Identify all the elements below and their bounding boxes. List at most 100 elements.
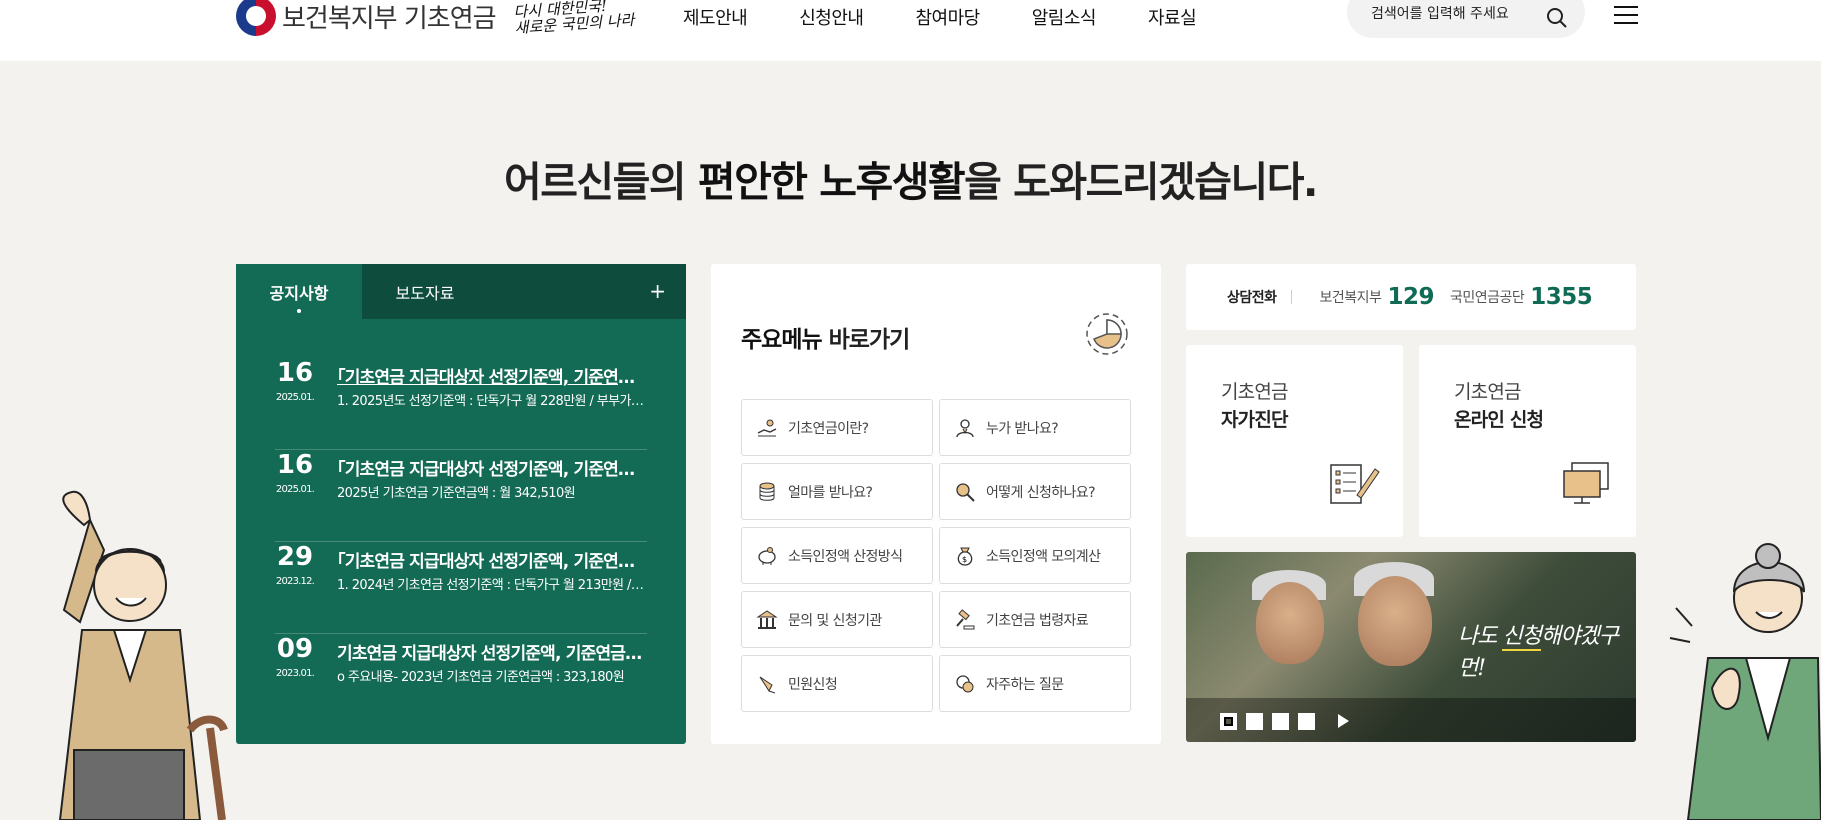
notice-title[interactable]: ｢기초연금 지급대상자 선정기준액, 기준연금액 고시｣ (337, 455, 645, 480)
institution-icon (756, 609, 778, 629)
notice-desc: 1. 2025년도 선정기준액 : 단독가구 월 228만원 / 부부가구 월 … (337, 394, 645, 409)
more-button[interactable]: + (649, 279, 666, 303)
play-icon[interactable] (1338, 714, 1349, 728)
search-input[interactable] (1371, 6, 1541, 22)
quick-menu-panel: 주요메뉴 바로가기 기초연금이란? 누가 받나요? 얼마를 받나요? 어떻게 신… (711, 264, 1161, 744)
quick-menu-faq[interactable]: 자주하는 질문 (939, 655, 1131, 712)
tab-press-releases[interactable]: 보도자료 (362, 264, 488, 319)
quick-menu-what-is[interactable]: 기초연금이란? (741, 399, 933, 456)
tab-notices[interactable]: 공지사항 (236, 264, 362, 319)
checklist-icon (1330, 464, 1380, 504)
notice-month: 2025.01. (275, 392, 315, 403)
promo-banner[interactable]: 나도 신청해야겠구먼! (1186, 552, 1636, 742)
contact-bar: 상담전화 보건복지부 129 국민연금공단 1355 (1186, 264, 1636, 330)
nav-item-participation[interactable]: 참여마당 (916, 4, 981, 30)
slide-dot-3[interactable] (1272, 713, 1289, 730)
quick-menu-how-to-apply[interactable]: 어떻게 신청하나요? (939, 463, 1131, 520)
svg-text:$: $ (962, 555, 967, 564)
notice-month: 2023.12. (275, 576, 315, 587)
piggy-bank-icon (758, 546, 776, 565)
notice-day: 29 (276, 542, 314, 572)
slide-dot-4[interactable] (1298, 713, 1315, 730)
contact-number-129[interactable]: 129 (1387, 284, 1434, 310)
contact-org-nps: 국민연금공단 (1449, 290, 1525, 306)
quick-menu-grid: 기초연금이란? 누가 받나요? 얼마를 받나요? 어떻게 신청하나요? 소득인정… (741, 399, 1131, 712)
contact-org-mohw: 보건복지부 (1319, 290, 1382, 306)
notice-item[interactable]: 16 2025.01. ｢기초연금 지급대상자 선정기준액, 기준연금액 고시｣… (275, 450, 647, 542)
quick-menu-label: 소득인정액 산정방식 (788, 548, 903, 565)
contact-label: 상담전화 (1227, 290, 1277, 306)
hand-coins-icon (757, 419, 777, 436)
notice-item[interactable]: 16 2025.01. ｢기초연금 지급대상자 선정기준액, 기준연금액 고시｣… (275, 358, 647, 450)
notice-title[interactable]: ｢기초연금 지급대상자 선정기준액, 기준연금액 고시｣ (337, 363, 645, 388)
quick-menu-who-receives[interactable]: 누가 받나요? (939, 399, 1131, 456)
logo-text: 보건복지부 기초연금 (282, 3, 497, 34)
notice-desc: 2025년 기초연금 기준연금액 : 월 342,510원 (337, 486, 576, 501)
quick-menu-label: 민원신청 (788, 676, 838, 693)
self-diagnosis-card[interactable]: 기초연금 자가진단 (1186, 345, 1403, 537)
nav-item-news[interactable]: 알림소식 (1032, 4, 1097, 30)
quick-menu-label: 누가 받나요? (986, 420, 1059, 437)
hamburger-menu-icon[interactable] (1614, 6, 1638, 24)
slide-indicators (1220, 713, 1315, 730)
monitor-icon (1563, 462, 1609, 504)
quick-menu-label: 문의 및 신청기관 (788, 612, 882, 629)
quick-menu-label: 얼마를 받나요? (788, 484, 873, 501)
search-icon[interactable] (1545, 6, 1569, 30)
coin-stack-icon (759, 482, 775, 501)
banner-caption: 나도 신청해야겠구먼! (1458, 618, 1636, 682)
card-line-1: 기초연금 (1221, 381, 1289, 403)
slogan: 다시 대한민국! 새로운 국민의 나라 (513, 0, 635, 37)
card-line-1: 기초연금 (1454, 381, 1522, 403)
quick-menu-income-simulation[interactable]: $ 소득인정액 모의계산 (939, 527, 1131, 584)
nav-item-library[interactable]: 자료실 (1148, 4, 1197, 30)
quick-menu-label: 기초연금이란? (788, 420, 869, 437)
headline-prefix: 어르신들의 (503, 158, 698, 206)
banner-controls (1186, 698, 1636, 742)
slide-dot-2[interactable] (1246, 713, 1263, 730)
online-application-card[interactable]: 기초연금 온라인 신청 (1419, 345, 1636, 537)
pie-chart-icon (1086, 313, 1128, 355)
site-logo[interactable]: 보건복지부 기초연금 다시 대한민국! 새로운 국민의 나라 (236, 0, 635, 37)
taegeuk-emblem-icon (236, 0, 276, 36)
grandmother-illustration (1669, 543, 1821, 820)
quick-menu-contact-agency[interactable]: 문의 및 신청기관 (741, 591, 933, 648)
pen-icon (759, 676, 776, 693)
notice-day: 16 (276, 450, 314, 480)
nav-item-system[interactable]: 제도안내 (683, 4, 748, 30)
quick-menu-title: 주요메뉴 바로가기 (741, 320, 911, 354)
quick-menu-civil-petition[interactable]: 민원신청 (741, 655, 933, 712)
notice-item[interactable]: 29 2023.12. ｢기초연금 지급대상자 선정기준액, 기준연금액 고시｣… (275, 542, 647, 634)
notice-month: 2023.01. (275, 668, 315, 679)
notice-desc: o 주요내용- 2023년 기초연금 기준연금액 : 323,180원 (337, 670, 625, 685)
quick-menu-title-rest: 바로가기 (821, 327, 911, 353)
notice-title[interactable]: 기초연금 지급대상자 선정기준액, 기준연금액 고시 (337, 639, 645, 664)
quick-menu-label: 기초연금 법령자료 (986, 612, 1089, 629)
quick-menu-label: 자주하는 질문 (986, 676, 1064, 693)
card-line-2: 온라인 신청 (1454, 409, 1544, 431)
notice-day: 16 (276, 358, 314, 388)
nav-item-apply[interactable]: 신청안내 (799, 4, 864, 30)
chat-bubbles-icon (956, 674, 974, 692)
notice-item[interactable]: 09 2023.01. 기초연금 지급대상자 선정기준액, 기준연금액 고시 o… (275, 634, 647, 726)
quick-menu-income-method[interactable]: 소득인정액 산정방식 (741, 527, 933, 584)
notice-desc: 1. 2024년 기초연금 선정기준액 : 단독가구 월 213만원 / 부부가… (337, 578, 645, 593)
quick-menu-legal-docs[interactable]: 기초연금 법령자료 (939, 591, 1131, 648)
slide-dot-1[interactable] (1220, 713, 1237, 730)
search-box (1347, 0, 1585, 38)
notice-tabs: 공지사항 보도자료 + (236, 264, 686, 319)
headline-suffix: 을 도와드리겠습니다. (964, 158, 1318, 206)
notice-title[interactable]: ｢기초연금 지급대상자 선정기준액, 기준연금액 고시｣ (337, 547, 645, 572)
main-nav: 제도안내 신청안내 참여마당 알림소식 자료실 (683, 4, 1197, 30)
person-icon (956, 418, 974, 437)
money-bag-icon: $ (957, 547, 973, 566)
site-header: 보건복지부 기초연금 다시 대한민국! 새로운 국민의 나라 제도안내 신청안내… (0, 0, 1821, 61)
notice-panel: 공지사항 보도자료 + 16 2025.01. ｢기초연금 지급대상자 선정기준… (236, 264, 686, 744)
person-face (1256, 582, 1324, 664)
contact-divider (1290, 290, 1292, 304)
quick-menu-how-much[interactable]: 얼마를 받나요? (741, 463, 933, 520)
magnifier-icon (956, 482, 975, 502)
headline-bold: 편안한 노후생활 (697, 158, 966, 206)
contact-number-1355[interactable]: 1355 (1530, 284, 1593, 310)
person-face (1358, 576, 1432, 666)
